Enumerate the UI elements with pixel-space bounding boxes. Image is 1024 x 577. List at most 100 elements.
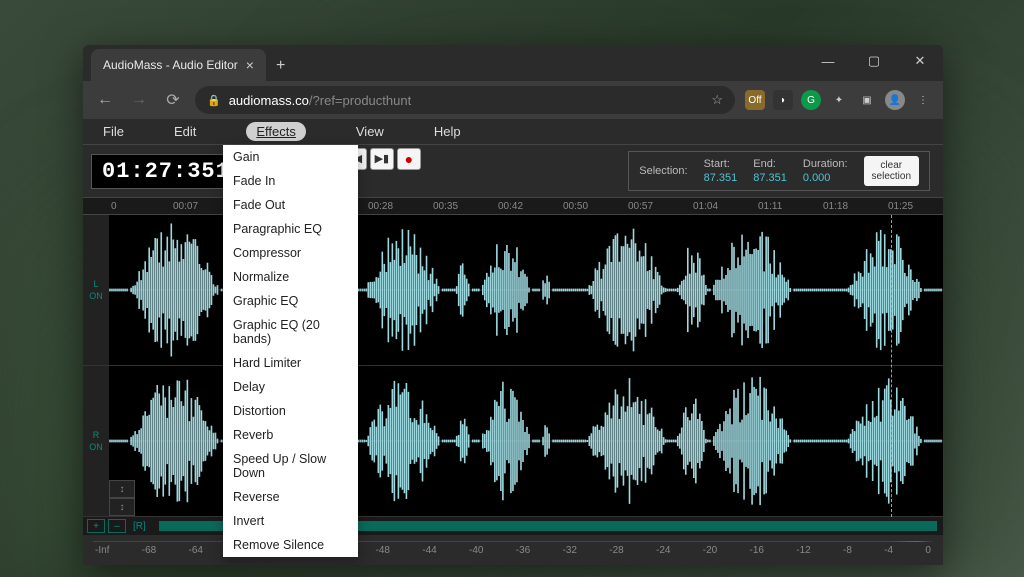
toolbar: 01:27:351 0 0 ⟲ ◀◀ ▶▶ ▮◀ ▶▮ ● S xyxy=(83,145,943,197)
extension-icon[interactable]: ◗ xyxy=(773,90,793,110)
db-tick: 0 xyxy=(925,545,931,556)
channel-right-label[interactable]: R ON xyxy=(83,366,109,516)
browser-menu-icon[interactable]: ⋮ xyxy=(913,90,933,110)
record-button[interactable]: ● xyxy=(397,148,421,170)
db-tick: -4 xyxy=(884,545,893,556)
menu-view[interactable]: View xyxy=(356,124,384,139)
side-tool[interactable]: ↕ xyxy=(109,498,135,516)
effect-delay[interactable]: Delay xyxy=(223,375,358,399)
channel-right: R ON ↕ ↕ xyxy=(83,366,943,517)
timeline-ruler[interactable]: 0 00:07 00:14 00:21 00:28 00:35 00:42 00… xyxy=(83,197,943,215)
menu-effects[interactable]: Effects xyxy=(246,122,306,141)
selection-panel: Selection: Start: 87.351 End: 87.351 Dur… xyxy=(628,151,930,191)
selection-end-label: End: xyxy=(753,157,787,171)
effect-distortion[interactable]: Distortion xyxy=(223,399,358,423)
db-tick: -68 xyxy=(142,545,156,556)
timeline-tick: 00:35 xyxy=(433,201,458,212)
selection-start-label: Start: xyxy=(704,157,738,171)
effect-paragraphic-eq[interactable]: Paragraphic EQ xyxy=(223,217,358,241)
timeline-tick: 00:42 xyxy=(498,201,523,212)
reload-button[interactable]: ⟳ xyxy=(161,90,185,110)
window-controls: — ▢ ✕ xyxy=(805,45,943,77)
lock-icon: 🔒 xyxy=(207,94,221,107)
db-tick: -48 xyxy=(376,545,390,556)
effect-fade-in[interactable]: Fade In xyxy=(223,169,358,193)
back-button[interactable]: ← xyxy=(93,91,117,109)
timeline-tick: 0 xyxy=(111,201,117,212)
effect-remove-silence[interactable]: Remove Silence xyxy=(223,533,358,557)
effect-reverse[interactable]: Reverse xyxy=(223,485,358,509)
side-tool[interactable]: ↕ xyxy=(109,480,135,498)
db-tick: -24 xyxy=(656,545,670,556)
effect-normalize[interactable]: Normalize xyxy=(223,265,358,289)
tab-title: AudioMass - Audio Editor xyxy=(103,58,238,72)
extension-icon[interactable]: Off xyxy=(745,90,765,110)
menu-file[interactable]: File xyxy=(103,124,124,139)
address-bar: ← → ⟳ 🔒 audiomass.co/?ref=producthunt ☆ … xyxy=(83,81,943,119)
effect-gain[interactable]: Gain xyxy=(223,145,358,169)
timeline-tick: 00:57 xyxy=(628,201,653,212)
close-window-button[interactable]: ✕ xyxy=(897,45,943,77)
db-tick: -36 xyxy=(516,545,530,556)
db-scale: -Inf -68 -64 -60 -56 -52 -48 -44 -40 -36… xyxy=(83,535,943,565)
db-tick: -28 xyxy=(609,545,623,556)
effect-hard-limiter[interactable]: Hard Limiter xyxy=(223,351,358,375)
effect-graphic-eq[interactable]: Graphic EQ xyxy=(223,289,358,313)
waveform-area[interactable]: L ON R ON ↕ ↕ xyxy=(83,215,943,517)
channel-left-label[interactable]: L ON xyxy=(83,215,109,365)
audio-editor-app: File Edit Effects View Help Gain Fade In… xyxy=(83,119,943,565)
extensions-menu-icon[interactable]: ✦ xyxy=(829,90,849,110)
selection-end-value: 87.351 xyxy=(753,171,787,185)
extension-icon[interactable]: G xyxy=(801,90,821,110)
bookmark-icon[interactable]: ☆ xyxy=(711,92,723,108)
db-tick: -20 xyxy=(703,545,717,556)
url-domain: audiomass.co xyxy=(229,93,309,108)
time-counter: 01:27:351 xyxy=(102,159,230,184)
zoom-reset-button[interactable]: [R] xyxy=(129,521,150,532)
timeline-tick: 00:07 xyxy=(173,201,198,212)
menu-help[interactable]: Help xyxy=(434,124,461,139)
db-tick: -32 xyxy=(563,545,577,556)
profile-avatar[interactable]: 👤 xyxy=(885,90,905,110)
timeline-tick: 01:25 xyxy=(888,201,913,212)
zoom-in-button[interactable]: + xyxy=(87,519,105,533)
forward-button[interactable]: → xyxy=(127,91,151,109)
timeline-tick: 00:50 xyxy=(563,201,588,212)
timeline-tick: 00:28 xyxy=(368,201,393,212)
db-tick: -16 xyxy=(750,545,764,556)
db-tick: -44 xyxy=(422,545,436,556)
effects-dropdown: Gain Fade In Fade Out Paragraphic EQ Com… xyxy=(223,145,358,557)
effect-speed[interactable]: Speed Up / Slow Down xyxy=(223,447,358,485)
selection-marker[interactable] xyxy=(891,215,892,517)
timeline-tick: 01:04 xyxy=(693,201,718,212)
clear-selection-button[interactable]: clear selection xyxy=(864,156,919,186)
minimize-button[interactable]: — xyxy=(805,45,851,77)
menu-edit[interactable]: Edit xyxy=(174,124,196,139)
url-path: /?ref=producthunt xyxy=(309,93,411,108)
new-tab-button[interactable]: + xyxy=(266,51,295,81)
maximize-button[interactable]: ▢ xyxy=(851,45,897,77)
db-tick: -Inf xyxy=(95,545,109,556)
skip-end-button[interactable]: ▶▮ xyxy=(370,148,394,170)
extension-icon[interactable]: ▣ xyxy=(857,90,877,110)
db-tick: -12 xyxy=(796,545,810,556)
timeline-tick: 01:18 xyxy=(823,201,848,212)
selection-label: Selection: xyxy=(639,165,687,177)
close-tab-icon[interactable]: × xyxy=(246,57,254,73)
zoom-out-button[interactable]: – xyxy=(108,519,126,533)
selection-start-value: 87.351 xyxy=(704,171,738,185)
effect-compressor[interactable]: Compressor xyxy=(223,241,358,265)
db-tick: -40 xyxy=(469,545,483,556)
timeline-tick: 01:11 xyxy=(758,201,782,212)
browser-tab[interactable]: AudioMass - Audio Editor × xyxy=(91,49,266,81)
menubar: File Edit Effects View Help Gain Fade In… xyxy=(83,119,943,145)
db-tick: -8 xyxy=(843,545,852,556)
effect-invert[interactable]: Invert xyxy=(223,509,358,533)
effect-fade-out[interactable]: Fade Out xyxy=(223,193,358,217)
url-bar[interactable]: 🔒 audiomass.co/?ref=producthunt ☆ xyxy=(195,86,735,114)
effect-reverb[interactable]: Reverb xyxy=(223,423,358,447)
browser-window: AudioMass - Audio Editor × + — ▢ ✕ ← → ⟳… xyxy=(83,45,943,565)
effect-graphic-eq-20[interactable]: Graphic EQ (20 bands) xyxy=(223,313,358,351)
channel-left: L ON xyxy=(83,215,943,366)
extension-icons: Off ◗ G ✦ ▣ 👤 ⋮ xyxy=(745,90,933,110)
